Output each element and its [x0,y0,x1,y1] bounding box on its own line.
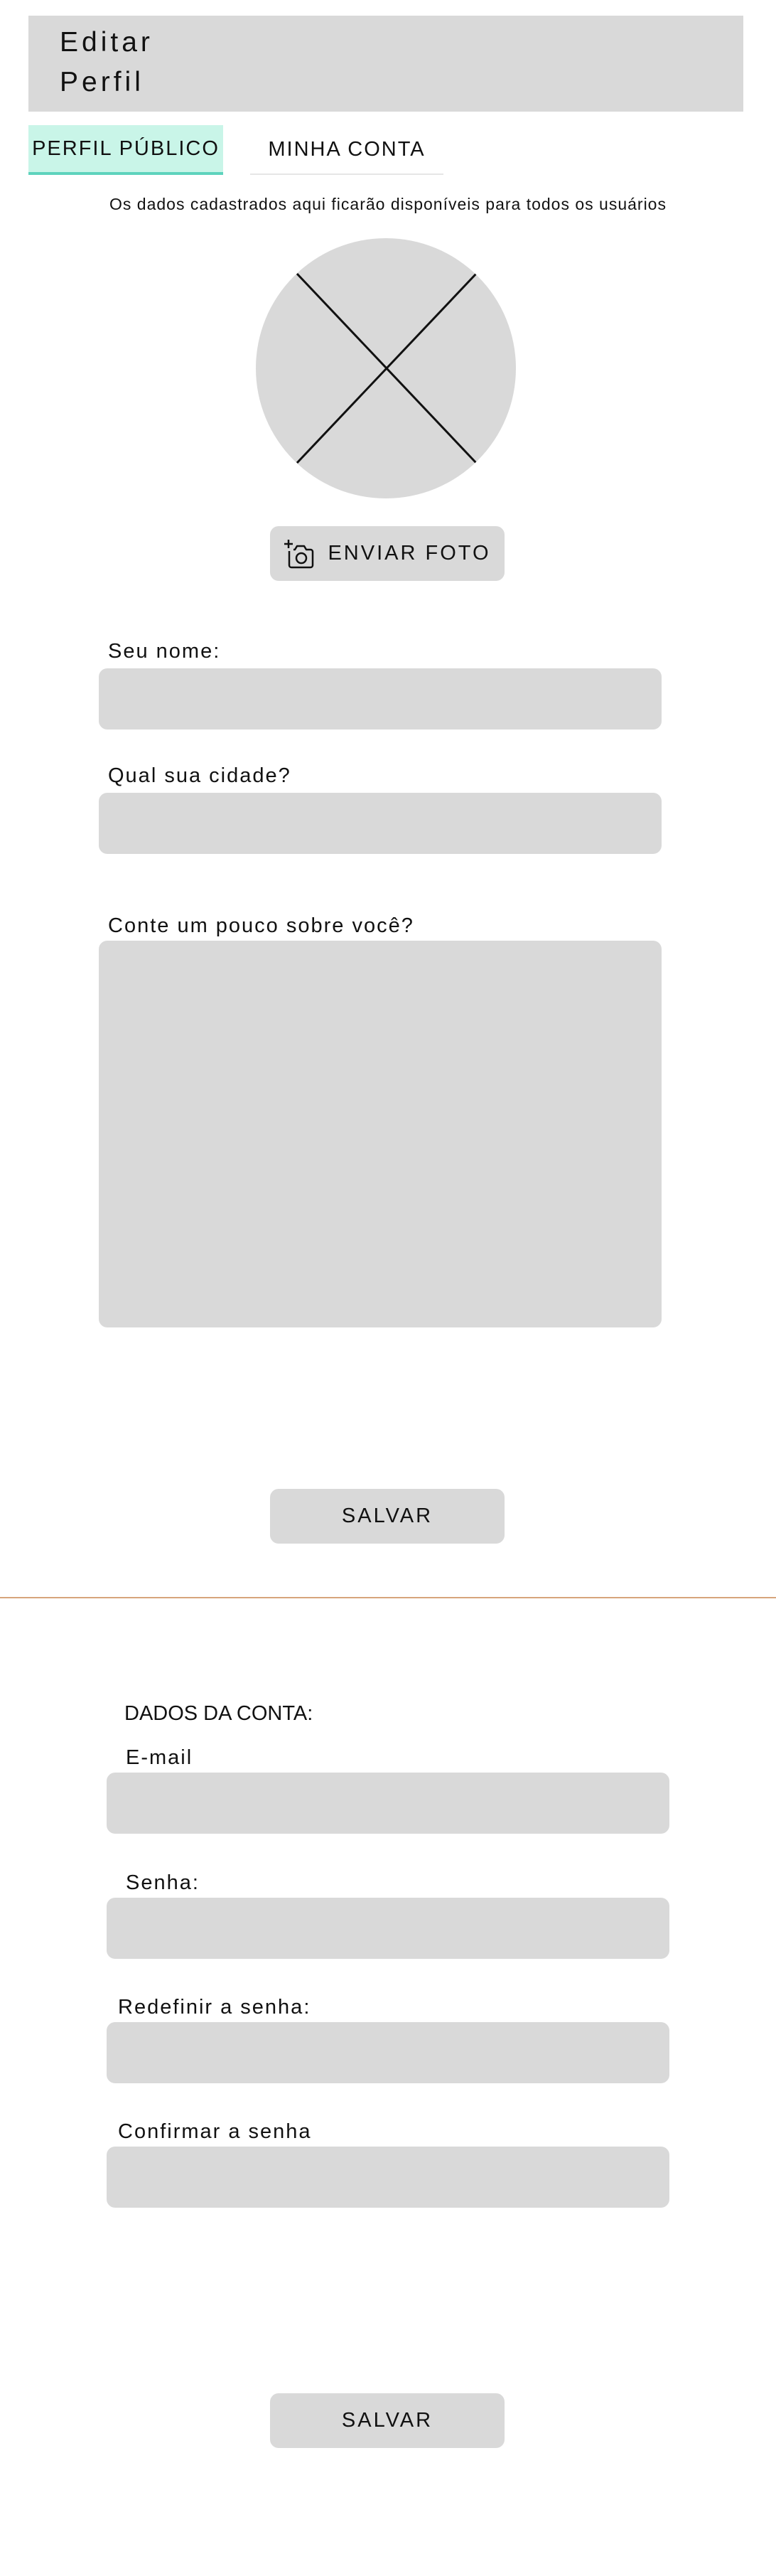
avatar [256,238,516,498]
tab-public-profile-label: PERFIL PÚBLICO [32,137,220,160]
confirm-password-label: Confirmar a senha [118,2120,312,2143]
upload-photo-label: ENVIAR FOTO [328,542,491,565]
password-label: Senha: [126,1871,200,1894]
city-field[interactable] [99,793,662,854]
tab-my-account[interactable]: MINHA CONTA [250,125,443,175]
save-profile-button[interactable]: SALVAR [270,1489,505,1544]
page-header: Editar Perfil [28,16,743,112]
placeholder-x-icon [296,272,478,464]
reset-password-label: Redefinir a senha: [118,1996,311,2019]
save-account-button[interactable]: SALVAR [270,2393,505,2448]
name-field[interactable] [99,668,662,729]
account-section-title: DADOS DA CONTA: [124,1702,313,1725]
about-textarea[interactable] [99,941,662,1327]
save-profile-label: SALVAR [341,1505,433,1527]
page-title: Editar Perfil [60,27,153,97]
email-field[interactable] [107,1773,669,1834]
confirm-password-field[interactable] [107,2147,669,2208]
camera-add-icon [284,538,315,570]
upload-photo-button[interactable]: ENVIAR FOTO [270,526,505,581]
email-label: E-mail [126,1746,193,1769]
password-field[interactable] [107,1898,669,1959]
tab-public-profile[interactable]: PERFIL PÚBLICO [28,125,223,175]
visibility-notice: Os dados cadastrados aqui ficarão dispon… [109,195,667,213]
section-divider [0,1597,776,1598]
save-account-label: SALVAR [341,2409,433,2432]
reset-password-field[interactable] [107,2022,669,2083]
about-label: Conte um pouco sobre você? [108,914,414,937]
name-label: Seu nome: [108,640,221,663]
city-label: Qual sua cidade? [108,764,291,787]
tab-my-account-label: MINHA CONTA [268,137,426,161]
